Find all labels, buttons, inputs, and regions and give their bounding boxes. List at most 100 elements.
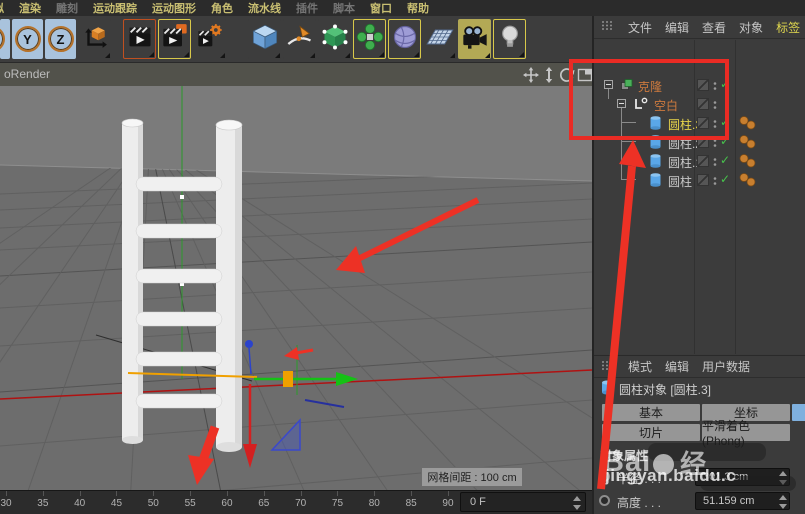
render-view-icon <box>126 23 154 56</box>
visibility-toggle[interactable] <box>697 174 709 186</box>
frame-number-field[interactable]: 0 F <box>460 492 586 512</box>
enable-checkmark-icon[interactable]: ✓ <box>720 115 730 129</box>
menu-item-8[interactable]: 脚本 <box>333 0 355 16</box>
tree-row-圆柱.3[interactable]: 圆柱.3 ✓ <box>594 114 805 132</box>
material-tag-icons[interactable] <box>738 135 760 152</box>
spline-pen-button[interactable] <box>283 19 316 59</box>
visibility-toggle[interactable] <box>697 136 709 148</box>
render-picture-viewer-icon <box>161 23 189 56</box>
z-axis-handle <box>245 340 253 348</box>
state-dots-icon[interactable] <box>713 175 717 189</box>
axis-x-lock-button[interactable]: X <box>0 19 10 59</box>
dolly-icon[interactable] <box>541 67 557 83</box>
mograph-cloner-button[interactable] <box>353 19 386 59</box>
om-menu-1[interactable]: 编辑 <box>665 19 689 36</box>
state-dots-icon[interactable] <box>713 80 717 94</box>
deformer-button[interactable] <box>388 19 421 59</box>
axis-y-lock-button[interactable]: Y <box>12 19 43 59</box>
menu-item-9[interactable]: 窗口 <box>370 0 392 16</box>
object-label[interactable]: 圆柱 <box>668 173 692 190</box>
menu-item-2[interactable]: 雕刻 <box>56 0 78 16</box>
tab-基本[interactable]: 基本 <box>602 404 700 421</box>
om-menu-3[interactable]: 对象 <box>739 19 763 36</box>
material-tag-icons[interactable] <box>738 116 760 133</box>
coordinate-system-button[interactable] <box>78 19 111 59</box>
am-menu-1[interactable]: 编辑 <box>665 358 689 375</box>
enable-checkmark-icon[interactable]: ✓ <box>720 77 730 91</box>
tree-row-圆柱.1[interactable]: 圆柱.1 ✓ <box>594 152 805 170</box>
menu-item-5[interactable]: 角色 <box>211 0 233 16</box>
render-settings-button[interactable] <box>193 19 226 59</box>
menu-item-3[interactable]: 运动跟踪 <box>93 0 137 16</box>
camera-object-button[interactable] <box>458 19 491 59</box>
panel-grip-icon[interactable] <box>601 360 615 374</box>
menu-item-0[interactable]: 拟 <box>0 0 4 16</box>
ruler-tick-label: 80 <box>368 498 380 509</box>
tree-row-圆柱[interactable]: 圆柱 ✓ <box>594 171 805 189</box>
menu-item-7[interactable]: 插件 <box>296 0 318 16</box>
ruler-tick-label: 40 <box>74 498 86 509</box>
menu-item-1[interactable]: 渲染 <box>19 0 41 16</box>
am-menu-2[interactable]: 用户数据 <box>702 358 750 375</box>
menu-item-10[interactable]: 帮助 <box>407 0 429 16</box>
tree-row-空白[interactable]: 空白 <box>594 95 805 113</box>
render-picture-viewer-button[interactable] <box>158 19 191 59</box>
visibility-toggle[interactable] <box>697 117 709 129</box>
keyframe-radio[interactable] <box>599 495 610 506</box>
expand-collapse-box[interactable] <box>617 99 626 108</box>
menu-item-6[interactable]: 流水线 <box>248 0 281 16</box>
om-menu-0[interactable]: 文件 <box>628 19 652 36</box>
state-dots-icon[interactable] <box>713 118 717 132</box>
tab-切片[interactable]: 切片 <box>602 424 700 441</box>
value-spinner[interactable] <box>778 471 787 485</box>
om-menu-4[interactable]: 标签 <box>776 19 800 36</box>
enable-checkmark-icon[interactable]: ✓ <box>720 153 730 167</box>
attribute-tabs-row2: 切片 平滑着色(Phong) <box>594 419 805 448</box>
object-label[interactable]: 空白 <box>654 97 678 114</box>
cube-primitive-button[interactable] <box>248 19 281 59</box>
render-view-button[interactable] <box>123 19 156 59</box>
ruler-tick-mark <box>263 491 265 496</box>
coordinate-system-icon <box>82 24 108 55</box>
object-label[interactable]: 克隆 <box>638 78 662 95</box>
om-menu-2[interactable]: 查看 <box>702 19 726 36</box>
viewport-header: oRender <box>0 62 593 86</box>
rotate-icon[interactable] <box>559 67 575 83</box>
tab-平滑着色(Phong)[interactable]: 平滑着色(Phong) <box>702 419 790 448</box>
am-menu-0[interactable]: 模式 <box>628 358 652 375</box>
ruler-tick-mark <box>79 491 81 496</box>
tab-object-selected[interactable] <box>792 404 805 421</box>
visibility-toggle[interactable] <box>697 98 709 110</box>
keyframe-radio[interactable] <box>599 471 610 482</box>
state-dots-icon[interactable] <box>713 99 717 113</box>
enable-checkmark-icon[interactable]: ✓ <box>720 172 730 186</box>
material-tag-icons[interactable] <box>738 154 760 171</box>
material-tag-icons[interactable] <box>738 173 760 190</box>
panel-grip-icon[interactable] <box>601 20 615 34</box>
axis-z-lock-button[interactable]: Z <box>45 19 76 59</box>
subdivision-surface-button[interactable] <box>318 19 351 59</box>
pan-icon[interactable] <box>523 67 539 83</box>
visibility-toggle[interactable] <box>697 79 709 91</box>
viewport-3d[interactable] <box>0 86 593 490</box>
floor-object-button[interactable] <box>423 19 456 59</box>
state-dots-icon[interactable] <box>713 137 717 151</box>
menu-item-4[interactable]: 运动图形 <box>152 0 196 16</box>
visibility-toggle[interactable] <box>697 155 709 167</box>
attribute-object-title: 圆柱对象 [圆柱.3] <box>594 378 805 400</box>
frame-spinner[interactable] <box>572 496 581 510</box>
cylinder-icon <box>650 173 661 190</box>
light-object-button[interactable] <box>493 19 526 59</box>
cube-icon <box>251 23 279 56</box>
tree-row-克隆[interactable]: 克隆 ✓ <box>594 76 805 94</box>
ruler-tick-mark <box>337 491 339 496</box>
enable-checkmark-icon[interactable]: ✓ <box>720 134 730 148</box>
state-dots-icon[interactable] <box>713 156 717 170</box>
expand-collapse-box[interactable] <box>604 80 613 89</box>
value-spinner[interactable] <box>778 495 787 509</box>
field-value-input[interactable]: 301.3 cm <box>695 468 790 486</box>
field-value-input[interactable]: 51.159 cm <box>695 492 790 510</box>
tree-row-圆柱.2[interactable]: 圆柱.2 ✓ <box>594 133 805 151</box>
right-panel: 文件 编辑 查看 对象 标签 克隆 ✓ 空白 圆柱.3 ✓ 圆柱.2 ✓ 圆柱.1 ✓ 圆柱 ✓ 模式 编辑用… <box>592 16 805 514</box>
panel-toggle-icon[interactable] <box>577 67 593 83</box>
